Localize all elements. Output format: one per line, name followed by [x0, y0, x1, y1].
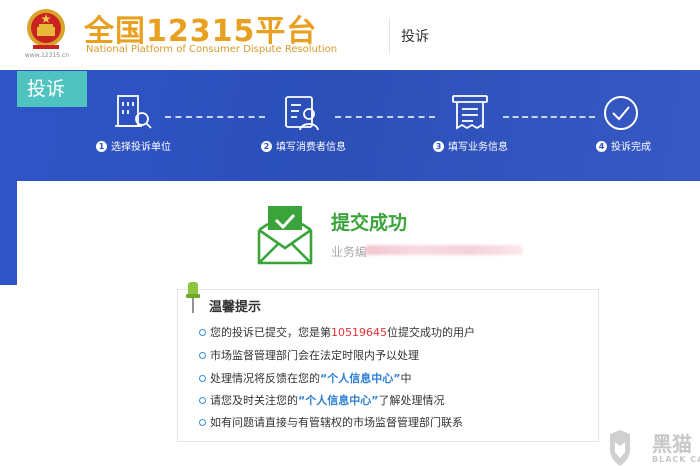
- step-2-number: 2: [261, 141, 272, 152]
- step-connector: [503, 116, 595, 118]
- brand-subtitle: National Platform of Consumer Dispute Re…: [86, 44, 338, 55]
- step-1-text: 选择投诉单位: [111, 142, 171, 153]
- personal-center-link[interactable]: “个人信息中心”: [298, 394, 378, 407]
- watermark-subtext: BLACK CAT: [652, 455, 700, 464]
- pushpin-icon: [186, 282, 200, 313]
- business-number-label: 业务编: [331, 245, 368, 259]
- step-2-label: 2 填写消费者信息: [261, 138, 346, 153]
- tip-item: 如有问题请直接与有管辖权的市场监督管理部门联系: [199, 414, 463, 430]
- tip-item: 市场监督管理部门会在法定时限内予以处理: [199, 347, 419, 363]
- bullet-icon: [199, 352, 206, 359]
- user-rank-number: 10519645: [331, 326, 387, 339]
- document-icon: [452, 95, 488, 130]
- tip-text: 市场监督管理部门会在法定时限内予以处理: [210, 349, 419, 362]
- tip-item: 请您及时关注您的“个人信息中心”了解处理情况: [199, 392, 444, 408]
- step-4-label: 4 投诉完成: [596, 138, 651, 153]
- emblem-url: www.12315.cn: [24, 52, 70, 59]
- user-form-icon: [285, 96, 319, 131]
- step-connector: [335, 116, 435, 118]
- tip-text: 位提交成功的用户: [387, 326, 475, 339]
- tip-item: 您的投诉已提交，您是第10519645位提交成功的用户: [199, 324, 475, 340]
- national-emblem-icon: [27, 9, 65, 49]
- site-header: www.12315.cn 全国12315平台 National Platform…: [0, 0, 700, 70]
- complaint-tab[interactable]: 投诉: [17, 71, 87, 107]
- step-3-label: 3 填写业务信息: [433, 138, 508, 153]
- watermark-text: 黑猫: [652, 432, 692, 456]
- step-1-number: 1: [96, 141, 107, 152]
- tip-text: 中: [400, 372, 412, 385]
- tip-text: 处理情况将反馈在您的: [210, 372, 320, 385]
- step-2-text: 填写消费者信息: [276, 142, 346, 153]
- check-circle-icon: [604, 96, 638, 130]
- tips-title: 温馨提示: [209, 300, 262, 315]
- tip-text: 如有问题请直接与有管辖权的市场监督管理部门联系: [210, 416, 463, 429]
- bullet-icon: [199, 397, 206, 404]
- tip-text: 您的投诉已提交，您是第: [210, 326, 331, 339]
- step-connector: [165, 116, 265, 118]
- header-divider: [389, 18, 390, 54]
- step-1-label: 1 选择投诉单位: [96, 138, 171, 153]
- tip-text: 了解处理情况: [378, 394, 445, 407]
- step-3-text: 填写业务信息: [448, 142, 508, 153]
- business-number-redacted: [365, 245, 523, 255]
- success-title: 提交成功: [331, 212, 408, 234]
- step-4-number: 4: [596, 141, 607, 152]
- step-4-text: 投诉完成: [611, 142, 651, 153]
- bullet-icon: [199, 419, 206, 426]
- envelope-check-icon: [257, 206, 313, 265]
- step-3-number: 3: [433, 141, 444, 152]
- bullet-icon: [199, 375, 206, 382]
- building-search-icon: [115, 95, 152, 129]
- nav-item-complaint[interactable]: 投诉: [401, 26, 429, 46]
- bullet-icon: [199, 329, 206, 336]
- tip-text: 请您及时关注您的: [210, 394, 298, 407]
- personal-center-link[interactable]: “个人信息中心”: [320, 372, 400, 385]
- tip-item: 处理情况将反馈在您的“个人信息中心”中: [199, 370, 411, 386]
